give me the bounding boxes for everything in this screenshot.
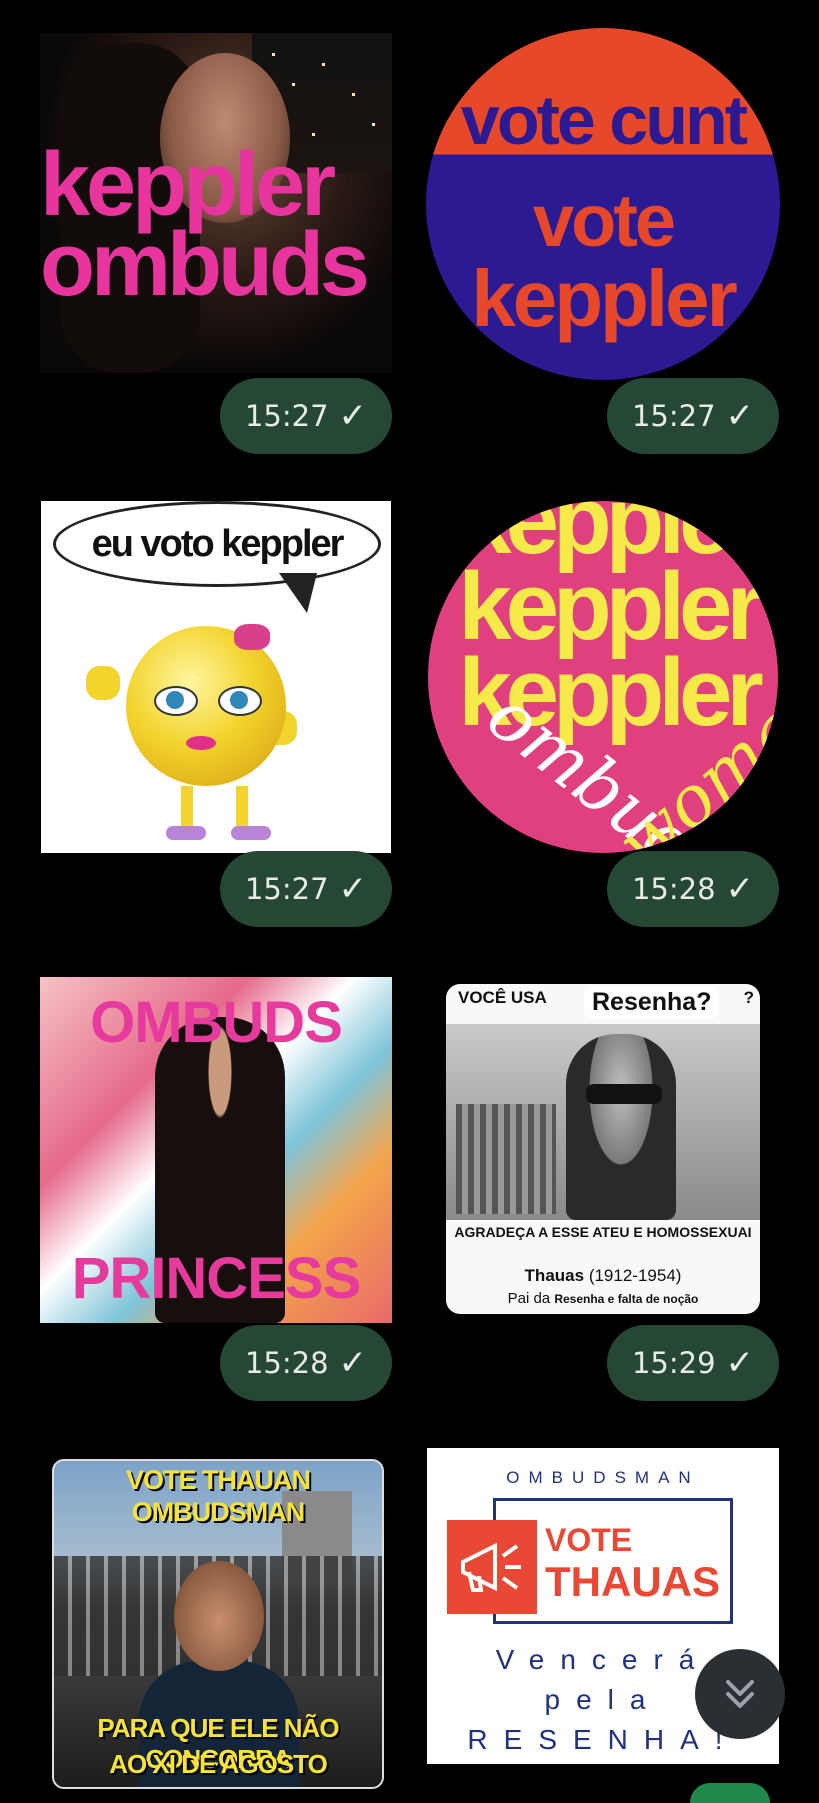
message-time: 15:28 ✓ bbox=[220, 1325, 392, 1401]
sticker-text: vote bbox=[532, 179, 676, 262]
sticker-text: OMBUDSMAN bbox=[131, 1497, 306, 1527]
sticker-text: keppler bbox=[40, 135, 336, 235]
message-time: 15:27 ✓ bbox=[220, 378, 392, 454]
new-message-indicator bbox=[690, 1783, 770, 1803]
sticker-text: VOTE THAUAN bbox=[126, 1465, 311, 1495]
message-time: 15:29 ✓ bbox=[607, 1325, 779, 1401]
sticker-vote-thauan[interactable]: VOTE THAUAN OMBUDSMAN PARA QUE ELE NÃO C… bbox=[52, 1459, 384, 1789]
sticker-voce-usa-resenha[interactable]: VOCÊ USA Resenha? ? AGRADEÇA A ESSE ATEU… bbox=[446, 984, 760, 1314]
sticker-ombuds-princess[interactable]: OMBUDS PRINCESS bbox=[40, 977, 392, 1323]
sticker-keppler-ombuds[interactable]: keppler ombuds bbox=[40, 33, 392, 373]
read-check-icon: ✓ bbox=[338, 1343, 368, 1383]
sticker-text: ombuds bbox=[40, 215, 370, 315]
sticker-text: vote cunt bbox=[460, 81, 748, 159]
read-check-icon: ✓ bbox=[725, 869, 755, 909]
read-check-icon: ✓ bbox=[338, 869, 368, 909]
sticker-text: AO XI DE AGOSTO bbox=[109, 1749, 328, 1779]
read-check-icon: ✓ bbox=[338, 396, 368, 436]
sticker-text: PRINCESS bbox=[71, 1246, 362, 1311]
message-time: 15:27 ✓ bbox=[220, 851, 392, 927]
scroll-to-bottom-button[interactable] bbox=[695, 1649, 785, 1739]
smiley-icon bbox=[126, 624, 286, 786]
message-time: 15:28 ✓ bbox=[607, 851, 779, 927]
sticker-text: keppler bbox=[471, 254, 738, 343]
sticker-vote-cunt-keppler[interactable]: vote cunt vote keppler bbox=[426, 28, 780, 380]
sticker-eu-voto-keppler[interactable]: eu voto keppler bbox=[41, 501, 391, 853]
speech-bubble: eu voto keppler bbox=[53, 501, 381, 587]
sunglasses bbox=[586, 1084, 662, 1104]
message-time: 15:27 ✓ bbox=[607, 378, 779, 454]
read-check-icon: ✓ bbox=[725, 396, 755, 436]
double-chevron-down-icon bbox=[726, 1680, 754, 1708]
portrait-photo bbox=[446, 1024, 760, 1220]
sticker-keppler-ombudswoman[interactable]: keppler keppler keppler ombuds woman bbox=[428, 501, 778, 853]
read-check-icon: ✓ bbox=[725, 1343, 755, 1383]
sticker-text: OMBUDS bbox=[90, 990, 343, 1055]
megaphone-icon bbox=[447, 1520, 537, 1614]
